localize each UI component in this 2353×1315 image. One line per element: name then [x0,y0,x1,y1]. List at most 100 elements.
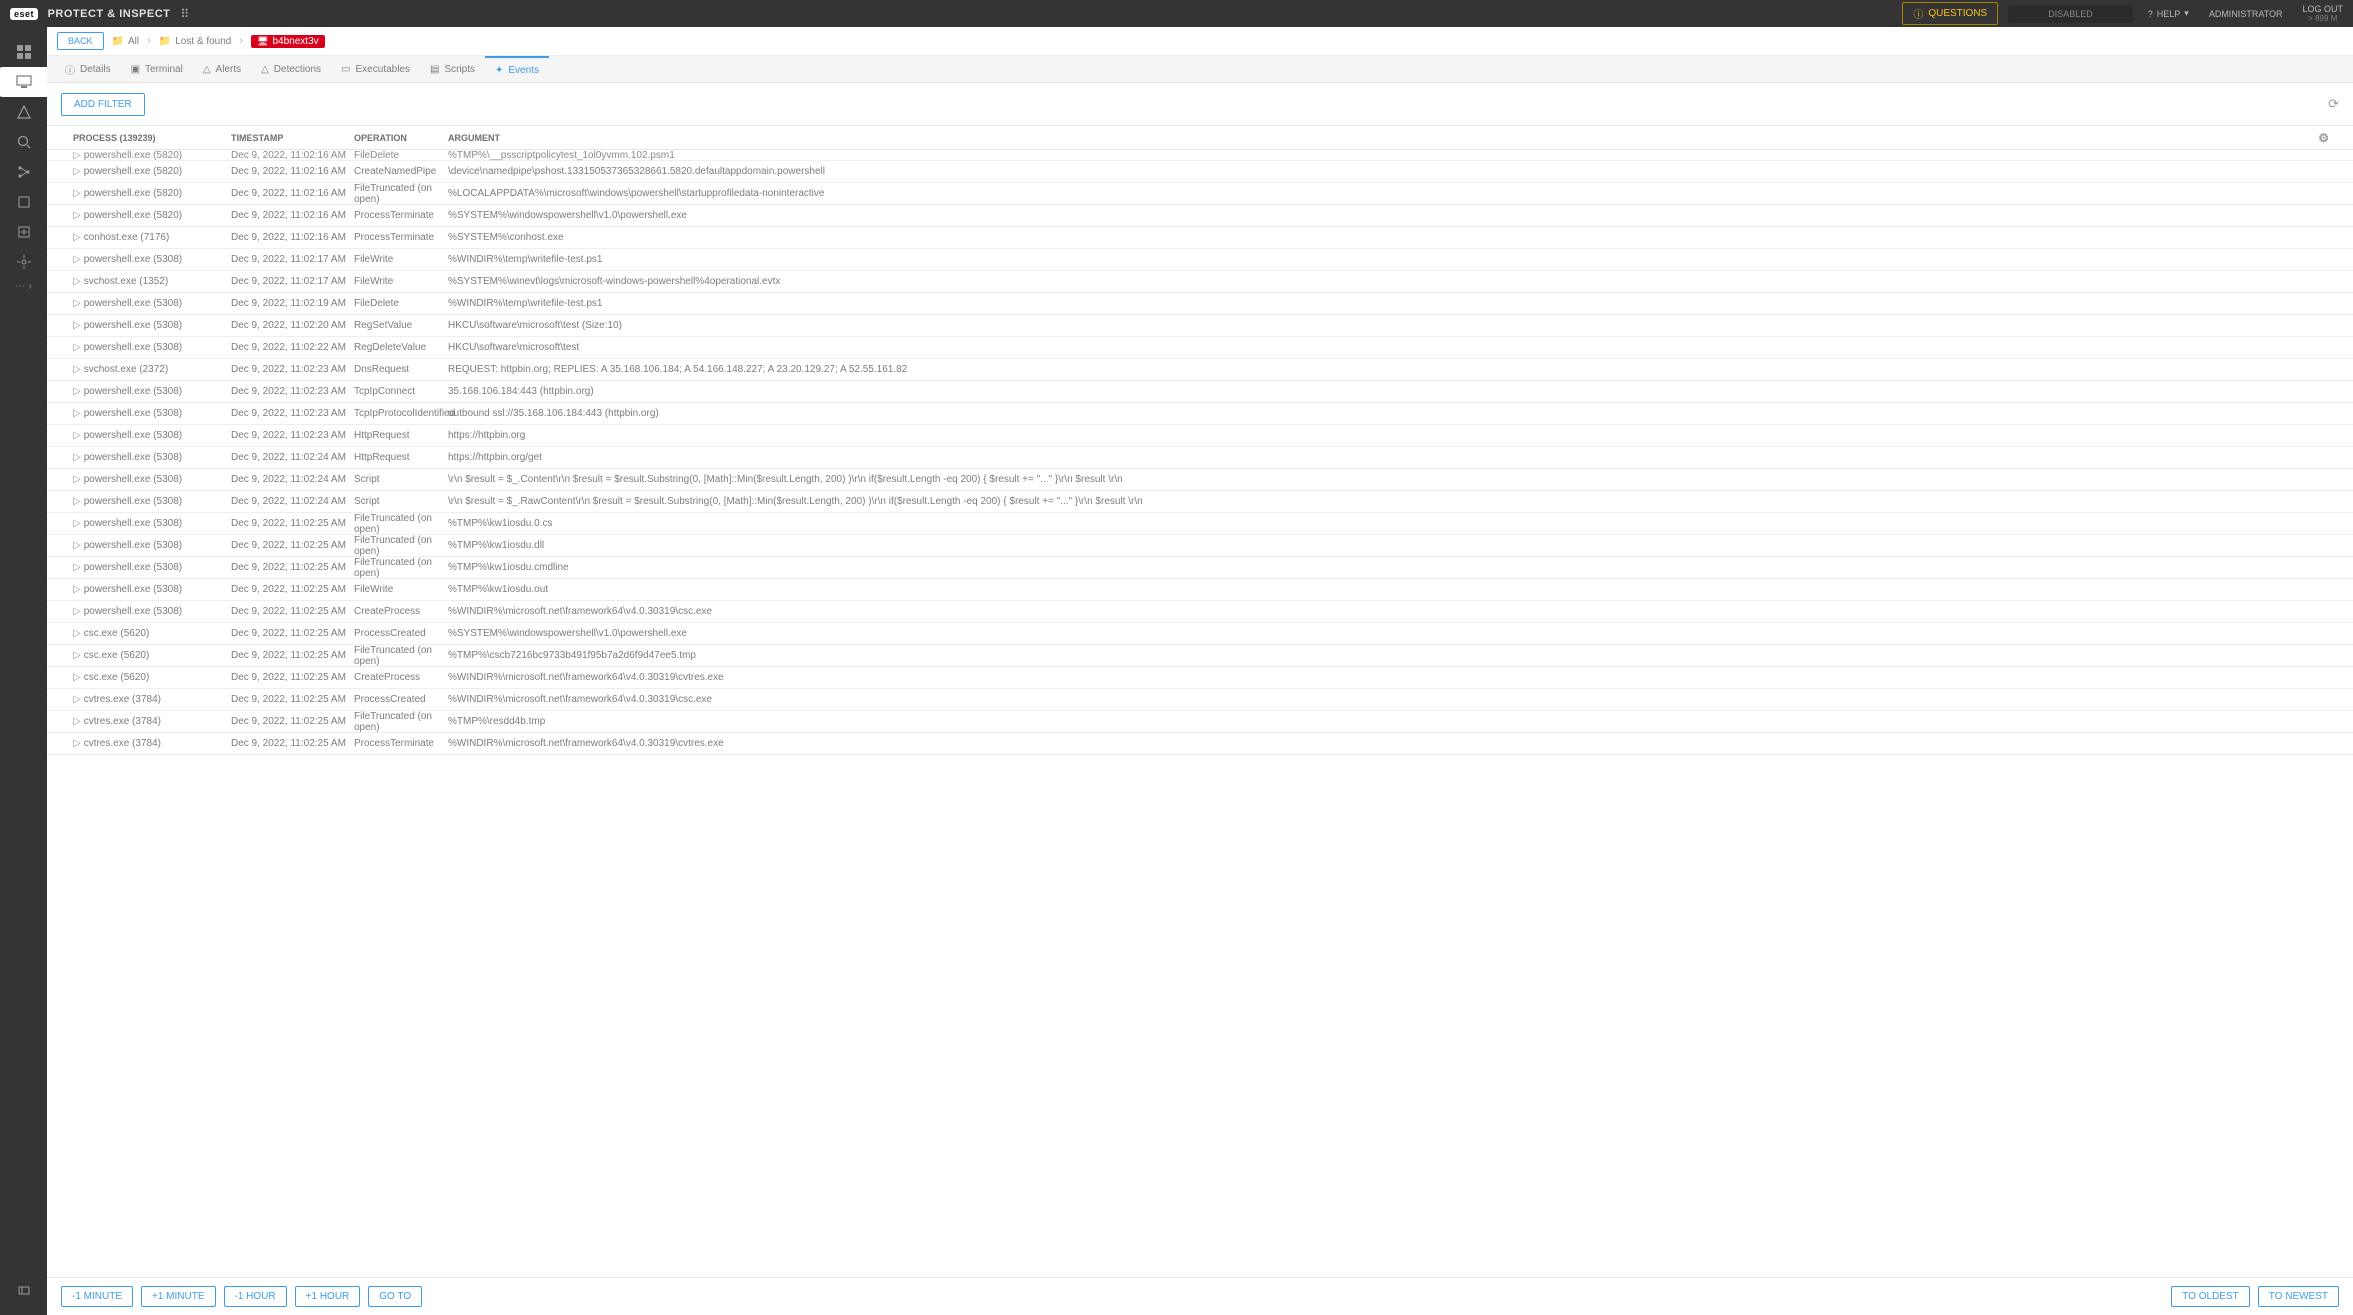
plus-hour-button[interactable]: +1 HOUR [295,1286,361,1307]
breadcrumb-computer[interactable]: 🖥 b4bnext3v [251,35,325,48]
operation-cell: ProcessTerminate [354,210,448,221]
table-row[interactable]: ▷powershell.exe (5308)Dec 9, 2022, 11:02… [47,381,2353,403]
tab-executables[interactable]: ▭Executables [331,56,420,82]
tab-detections[interactable]: △Detections [251,56,331,82]
table-row[interactable]: ▷csc.exe (5620)Dec 9, 2022, 11:02:25 AMC… [47,667,2353,689]
goto-button[interactable]: GO TO [368,1286,422,1307]
minus-minute-button[interactable]: -1 MINUTE [61,1286,133,1307]
minus-hour-button[interactable]: -1 HOUR [224,1286,287,1307]
nav-tree-icon[interactable] [0,157,47,187]
table-row[interactable]: ▷powershell.exe (5820)Dec 9, 2022, 11:02… [47,183,2353,205]
table-row[interactable]: ▷powershell.exe (5308)Dec 9, 2022, 11:02… [47,579,2353,601]
nav-item-5-icon[interactable] [0,187,47,217]
col-argument[interactable]: ARGUMENT [448,133,2353,143]
nav-search-icon[interactable] [0,127,47,157]
operation-cell: ProcessTerminate [354,738,448,749]
table-row[interactable]: ▷cvtres.exe (3784)Dec 9, 2022, 11:02:25 … [47,689,2353,711]
nav-settings-icon[interactable] [0,247,47,277]
table-row[interactable]: ▷svchost.exe (2372)Dec 9, 2022, 11:02:23… [47,359,2353,381]
help-menu[interactable]: ? HELP ▾ [2148,8,2189,19]
col-timestamp[interactable]: TIMESTAMP [231,133,354,143]
table-row[interactable]: ▷powershell.exe (5308)Dec 9, 2022, 11:02… [47,337,2353,359]
table-row[interactable]: ▷powershell.exe (5308)Dec 9, 2022, 11:02… [47,601,2353,623]
questions-button[interactable]: ⓘ QUESTIONS [1902,2,1998,25]
timestamp-cell: Dec 9, 2022, 11:02:25 AM [231,628,354,639]
operation-cell: Script [354,474,448,485]
operation-cell: RegSetValue [354,320,448,331]
nav-alerts-icon[interactable] [0,97,47,127]
tab-alerts[interactable]: △Alerts [193,56,251,82]
nav-dashboard-icon[interactable] [0,37,47,67]
table-row[interactable]: ▷powershell.exe (5308)Dec 9, 2022, 11:02… [47,249,2353,271]
chevron-down-icon: ▾ [2184,8,2189,19]
to-newest-button[interactable]: TO NEWEST [2258,1286,2339,1307]
table-row[interactable]: ▷powershell.exe (5820)Dec 9, 2022, 11:02… [47,161,2353,183]
table-row[interactable]: ▷powershell.exe (5308)Dec 9, 2022, 11:02… [47,403,2353,425]
table-row[interactable]: ▷powershell.exe (5308)Dec 9, 2022, 11:02… [47,425,2353,447]
table-row[interactable]: ▷csc.exe (5620)Dec 9, 2022, 11:02:25 AMP… [47,623,2353,645]
tab-scripts[interactable]: ▤Scripts [420,56,485,82]
process-cell: powershell.exe (5308) [84,320,182,331]
timestamp-cell: Dec 9, 2022, 11:02:24 AM [231,452,354,463]
table-row[interactable]: ▷conhost.exe (7176)Dec 9, 2022, 11:02:16… [47,227,2353,249]
logout-button[interactable]: ⎋ LOG OUT > 899 M [2302,5,2343,23]
nav-item-6-icon[interactable] [0,217,47,247]
tab-details[interactable]: ⓘDetails [55,56,121,82]
timestamp-cell: Dec 9, 2022, 11:02:16 AM [231,188,354,199]
rail-expand-button[interactable]: ⋯ › [15,281,31,292]
table-row[interactable]: ▷powershell.exe (5308)Dec 9, 2022, 11:02… [47,315,2353,337]
gear-icon[interactable]: ⚙ [2318,131,2329,145]
operation-cell: FileTruncated (on open) [354,557,448,579]
col-process[interactable]: PROCESS (139239) [47,133,231,143]
product-name: PROTECT & INSPECT [48,8,171,20]
add-filter-button[interactable]: ADD FILTER [61,93,145,116]
nav-computers-icon[interactable] [0,67,47,97]
table-row[interactable]: ▷powershell.exe (5308)Dec 9, 2022, 11:02… [47,513,2353,535]
process-cell: powershell.exe (5308) [84,496,182,507]
table-row[interactable]: ▷powershell.exe (5308)Dec 9, 2022, 11:02… [47,447,2353,469]
argument-cell: %TMP%\kw1iosdu.cmdline [448,562,2353,573]
timestamp-cell: Dec 9, 2022, 11:02:16 AM [231,150,354,161]
process-cell: powershell.exe (5308) [84,254,182,265]
breadcrumb-lost-found[interactable]: 📁 Lost & found [159,36,232,47]
table-row[interactable]: ▷csc.exe (5620)Dec 9, 2022, 11:02:25 AMF… [47,645,2353,667]
tab-terminal[interactable]: ▣Terminal [121,56,193,82]
col-operation[interactable]: OPERATION [354,133,448,143]
plus-minute-button[interactable]: +1 MINUTE [141,1286,216,1307]
argument-cell: %WINDIR%\temp\writefile-test.ps1 [448,254,2353,265]
exe-icon: ▭ [341,64,350,75]
table-row[interactable]: ▷powershell.exe (5308)Dec 9, 2022, 11:02… [47,293,2353,315]
tab-events[interactable]: ✦Events [485,56,549,82]
timestamp-cell: Dec 9, 2022, 11:02:17 AM [231,254,354,265]
table-row[interactable]: ▷svchost.exe (1352)Dec 9, 2022, 11:02:17… [47,271,2353,293]
table-row[interactable]: ▷powershell.exe (5308)Dec 9, 2022, 11:02… [47,557,2353,579]
chevron-right-icon: › [147,35,151,47]
table-row[interactable]: ▷cvtres.exe (3784)Dec 9, 2022, 11:02:25 … [47,711,2353,733]
table-row[interactable]: ▷powershell.exe (5308)Dec 9, 2022, 11:02… [47,535,2353,557]
rail-collapse-icon[interactable] [0,1275,47,1305]
breadcrumb-all[interactable]: 📁 All [112,36,140,47]
to-oldest-button[interactable]: TO OLDEST [2171,1286,2250,1307]
operation-cell: FileTruncated (on open) [354,711,448,733]
back-button[interactable]: BACK [57,32,104,50]
argument-cell: %WINDIR%\microsoft.net\framework64\v4.0.… [448,606,2353,617]
play-icon: ▷ [73,584,81,595]
process-cell: powershell.exe (5820) [84,166,182,177]
operation-cell: FileTruncated (on open) [354,183,448,205]
argument-cell: %TMP%\kw1iosdu.out [448,584,2353,595]
table-row[interactable]: ▷powershell.exe (5820)Dec 9, 2022, 11:02… [47,205,2353,227]
timestamp-cell: Dec 9, 2022, 11:02:25 AM [231,672,354,683]
user-label[interactable]: ADMINISTRATOR [2209,9,2283,19]
table-body[interactable]: ▷ powershell.exe (5820) Dec 9, 2022, 11:02… [47,150,2353,1277]
table-row[interactable]: ▷powershell.exe (5308)Dec 9, 2022, 11:02… [47,469,2353,491]
table-row[interactable]: ▷cvtres.exe (3784)Dec 9, 2022, 11:02:25 … [47,733,2353,755]
table-row[interactable]: ▷powershell.exe (5820)Dec 9, 2022, 11:02… [47,150,2353,161]
argument-cell: %TMP%\kw1iosdu.0.cs [448,518,2353,529]
play-icon: ▷ [73,496,81,507]
process-cell: powershell.exe (5308) [84,298,182,309]
refresh-icon[interactable]: ⟳ [2328,96,2339,112]
apps-grid-icon[interactable]: ⠿ [180,7,189,21]
argument-cell: %TMP%\resdd4b.tmp [448,716,2353,727]
brand-eset: eset [10,8,38,20]
table-row[interactable]: ▷powershell.exe (5308)Dec 9, 2022, 11:02… [47,491,2353,513]
